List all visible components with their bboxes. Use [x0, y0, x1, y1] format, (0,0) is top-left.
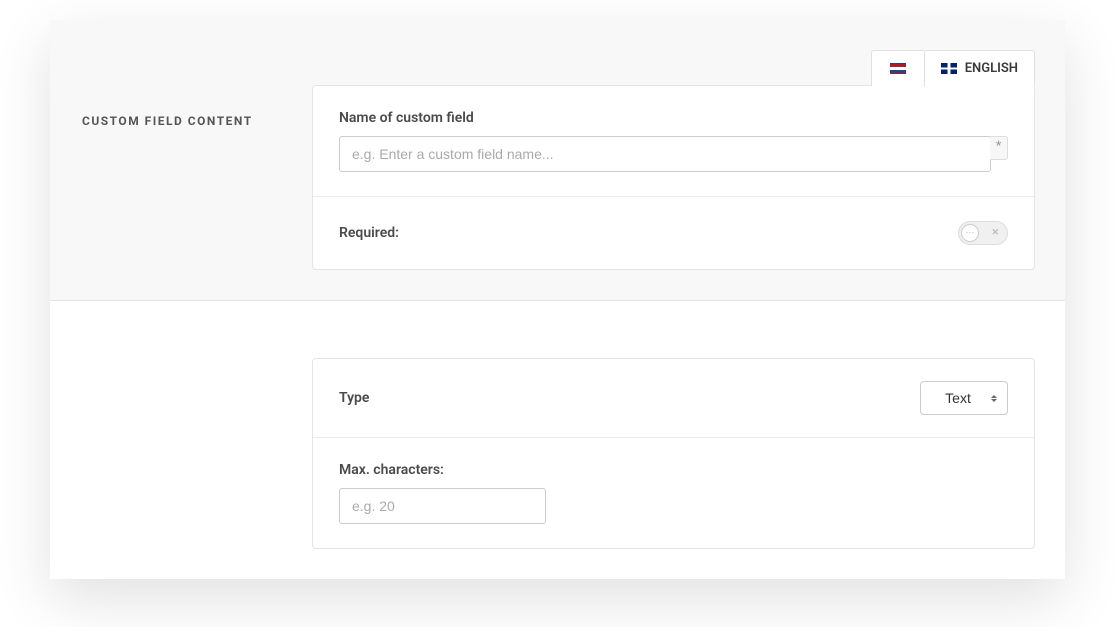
language-tabs: ENGLISH [50, 50, 1065, 86]
type-select-wrapper: Text [920, 381, 1008, 415]
required-toggle[interactable]: ✕ [958, 221, 1008, 245]
flag-gb-icon [941, 63, 957, 74]
maxchars-label: Max. characters: [339, 462, 1008, 478]
sidebar-spacer [50, 359, 312, 387]
type-select-value: Text [945, 390, 971, 406]
content-row-bottom: Type Text Max. characters: [50, 359, 1035, 549]
type-label: Type [339, 390, 369, 406]
type-row: Type Text [313, 359, 1034, 438]
name-section: Name of custom field * [313, 86, 1034, 197]
type-card: Type Text Max. characters: [312, 358, 1035, 549]
required-section: Required: ✕ [313, 197, 1034, 269]
required-label: Required: [339, 225, 399, 241]
toggle-knob-icon [961, 224, 979, 242]
bottom-section: Type Text Max. characters: [50, 301, 1065, 579]
select-caret-icon [991, 395, 997, 402]
name-input[interactable] [339, 136, 991, 172]
content-row-top: CUSTOM FIELD CONTENT Name of custom fiel… [50, 86, 1065, 300]
lang-tab-en-label: ENGLISH [965, 61, 1018, 76]
top-section: ENGLISH CUSTOM FIELD CONTENT Name of cus… [50, 20, 1065, 301]
settings-panel: ENGLISH CUSTOM FIELD CONTENT Name of cus… [50, 20, 1065, 579]
required-marker-icon: * [990, 136, 1008, 160]
content-card: Name of custom field * Required: ✕ [312, 85, 1035, 270]
sidebar-label: CUSTOM FIELD CONTENT [50, 86, 312, 128]
section-title: CUSTOM FIELD CONTENT [50, 114, 312, 128]
toggle-off-icon: ✕ [991, 228, 999, 238]
flag-nl-icon [890, 63, 906, 74]
lang-tab-en[interactable]: ENGLISH [924, 50, 1035, 87]
lang-tab-nl[interactable] [871, 50, 924, 86]
name-label: Name of custom field [339, 110, 1008, 126]
required-row: Required: ✕ [339, 221, 1008, 245]
maxchars-input[interactable] [339, 488, 546, 524]
name-input-wrapper: * [339, 136, 1008, 172]
type-select[interactable]: Text [920, 381, 1008, 415]
maxchars-section: Max. characters: [313, 438, 1034, 548]
